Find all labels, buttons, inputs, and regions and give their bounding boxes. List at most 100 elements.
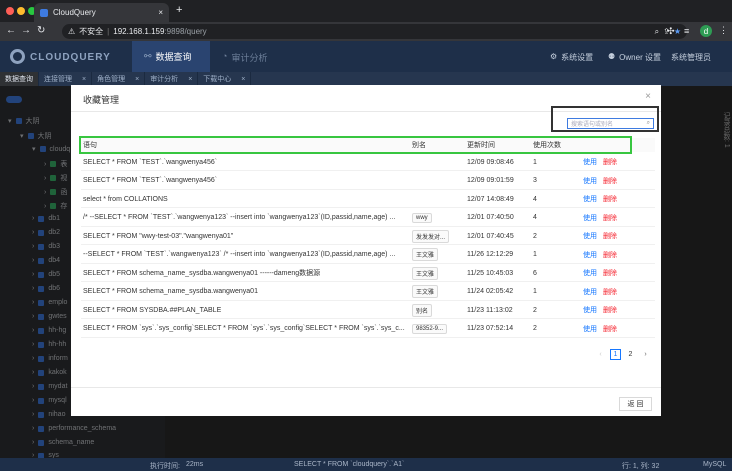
use-button-cell: 使用 [583, 246, 597, 264]
header-highlight-box [79, 136, 632, 154]
work-tab-audit[interactable]: 审计分析 × [145, 72, 199, 86]
page-2[interactable]: 2 [625, 349, 636, 360]
cloudquery-favicon-icon [40, 8, 48, 17]
extensions-icon[interactable]: ✣ [667, 26, 675, 37]
work-tab-label: 角色管理 [97, 76, 126, 83]
close-icon[interactable]: × [135, 76, 139, 83]
use-button-cell: 使用 [583, 209, 597, 227]
forward-icon[interactable]: → [21, 25, 31, 36]
current-sql: SELECT * FROM `cloudquery`.`A1` [294, 461, 405, 468]
work-tab-connections[interactable]: 连接管理 × [39, 72, 93, 86]
use-button[interactable]: 使用 [583, 250, 597, 260]
back-button[interactable]: 返 回 [619, 397, 652, 411]
updated-time-cell: 11/25 10:45:03 [467, 264, 513, 282]
use-button[interactable]: 使用 [583, 194, 597, 204]
alias-tag: 王文雅 [412, 266, 439, 280]
tab-close-icon[interactable]: × [158, 8, 163, 17]
delete-button-cell: 删除 [603, 172, 617, 190]
owner-settings-button[interactable]: ⚉ Owner 设置 [608, 52, 661, 63]
close-icon[interactable]: × [241, 76, 245, 83]
admin-user-menu[interactable]: 系统管理员 [671, 52, 711, 63]
updated-time: 11/23 07:52:14 [467, 325, 514, 332]
use-count: 4 [533, 195, 537, 203]
use-button[interactable]: 使用 [583, 305, 597, 315]
delete-button[interactable]: 删除 [603, 268, 617, 278]
cloudquery-logo-icon [10, 49, 25, 64]
reload-icon[interactable]: ↻ [37, 25, 45, 36]
work-tab-roles[interactable]: 角色管理 × [92, 72, 146, 86]
sql-text-cell: /* --SELECT * FROM `TEST`.`wangwenya123`… [83, 209, 409, 227]
sql-text: SELECT * FROM schema_name_sysdba.wangwen… [83, 270, 321, 277]
use-button[interactable]: 使用 [583, 287, 597, 297]
prev-page-icon[interactable]: ‹ [595, 349, 606, 360]
work-tab-label: 下载中心 [203, 76, 232, 83]
work-tab-label: 数据查询 [5, 76, 33, 83]
sql-text-cell: SELECT * FROM schema_name_sysdba.wangwen… [83, 283, 409, 301]
use-button-cell: 使用 [583, 227, 597, 245]
share-nodes-icon: ⚯ [144, 51, 152, 61]
minimize-window-dot[interactable] [17, 7, 25, 15]
delete-button[interactable]: 删除 [603, 213, 617, 223]
updated-time-cell: 11/26 12:12:29 [467, 246, 513, 264]
close-icon[interactable]: × [188, 76, 192, 83]
delete-button-cell: 删除 [603, 227, 617, 245]
profile-avatar[interactable]: d [700, 25, 712, 37]
close-window-dot[interactable] [6, 7, 14, 15]
delete-button[interactable]: 删除 [603, 305, 617, 315]
table-row: SELECT * FROM "wwy-test-03"."wangwenya01… [81, 227, 655, 245]
use-count: 4 [533, 214, 537, 221]
exec-time-value: 22ms [186, 461, 204, 468]
delete-button[interactable]: 删除 [603, 176, 617, 186]
use-button[interactable]: 使用 [583, 324, 597, 334]
use-count: 2 [533, 325, 537, 332]
next-page-icon[interactable]: › [640, 349, 651, 360]
use-button-cell: 使用 [583, 320, 597, 338]
delete-button[interactable]: 删除 [603, 157, 617, 167]
search-icon[interactable]: ⌕ [647, 120, 650, 127]
new-tab-button[interactable]: + [176, 4, 182, 16]
search-input[interactable]: 搜索语句或别名 ⌕ [567, 118, 654, 129]
use-button[interactable]: 使用 [583, 157, 597, 167]
system-settings-button[interactable]: ⚙ 系统设置 [550, 52, 593, 63]
work-tab-downloads[interactable]: 下载中心 × [198, 72, 252, 86]
sql-text-cell: --SELECT * FROM `TEST`.`wangwenya123` /*… [83, 246, 409, 264]
delete-button[interactable]: 删除 [603, 324, 617, 334]
user-icon: ⚉ [608, 52, 616, 61]
address-bar[interactable]: ⚠ 不安全 | 192.168.1.159:9898/query ⌕ ⇪ ★ [62, 24, 687, 39]
updated-time-cell: 11/23 11:13:02 [467, 301, 513, 319]
nav-query[interactable]: ⚯ 数据查询 [132, 41, 210, 72]
reading-list-icon[interactable]: ≡ [684, 26, 689, 36]
updated-time-cell: 12/01 07:40:45 [467, 227, 514, 245]
alias-tag-cell: 王文雅 [412, 246, 439, 264]
delete-button-cell: 删除 [603, 190, 617, 208]
browser-menu-icon[interactable]: ⋮ [719, 25, 728, 36]
table-row: /* --SELECT * FROM `TEST`.`wangwenya123`… [81, 209, 655, 227]
updated-time-cell: 12/09 09:08:46 [467, 153, 514, 171]
close-icon[interactable]: × [645, 91, 651, 102]
use-button[interactable]: 使用 [583, 176, 597, 186]
tab-title: CloudQuery [53, 8, 96, 17]
use-button-cell: 使用 [583, 264, 597, 282]
use-button-cell: 使用 [583, 301, 597, 319]
table-row: SELECT * FROM schema_name_sysdba.wangwen… [81, 283, 655, 301]
delete-button[interactable]: 删除 [603, 194, 617, 204]
work-tab-query[interactable]: 数据查询 [0, 72, 39, 86]
delete-button[interactable]: 删除 [603, 250, 617, 260]
page-1[interactable]: 1 [610, 349, 621, 360]
use-count-cell: 2 [533, 227, 537, 245]
updated-time-cell: 12/01 07:40:50 [467, 209, 514, 227]
use-button[interactable]: 使用 [583, 213, 597, 223]
sql-text: --SELECT * FROM `TEST`.`wangwenya123` /*… [83, 251, 396, 258]
table-row: --SELECT * FROM `TEST`.`wangwenya123` /*… [81, 246, 655, 264]
browser-tab[interactable]: CloudQuery × [34, 3, 169, 22]
use-button[interactable]: 使用 [583, 268, 597, 278]
back-icon[interactable]: ← [6, 25, 16, 36]
updated-time: 11/24 02:05:42 [467, 288, 514, 295]
close-icon[interactable]: × [82, 76, 86, 83]
nav-audit[interactable]: ◔ 审计分析 [222, 51, 267, 64]
zoom-icon[interactable]: ⌕ [655, 27, 659, 37]
delete-button[interactable]: 删除 [603, 287, 617, 297]
use-button[interactable]: 使用 [583, 231, 597, 241]
sql-text-cell: SELECT * FROM SYSDBA.##PLAN_TABLE [83, 301, 409, 319]
delete-button[interactable]: 删除 [603, 231, 617, 241]
